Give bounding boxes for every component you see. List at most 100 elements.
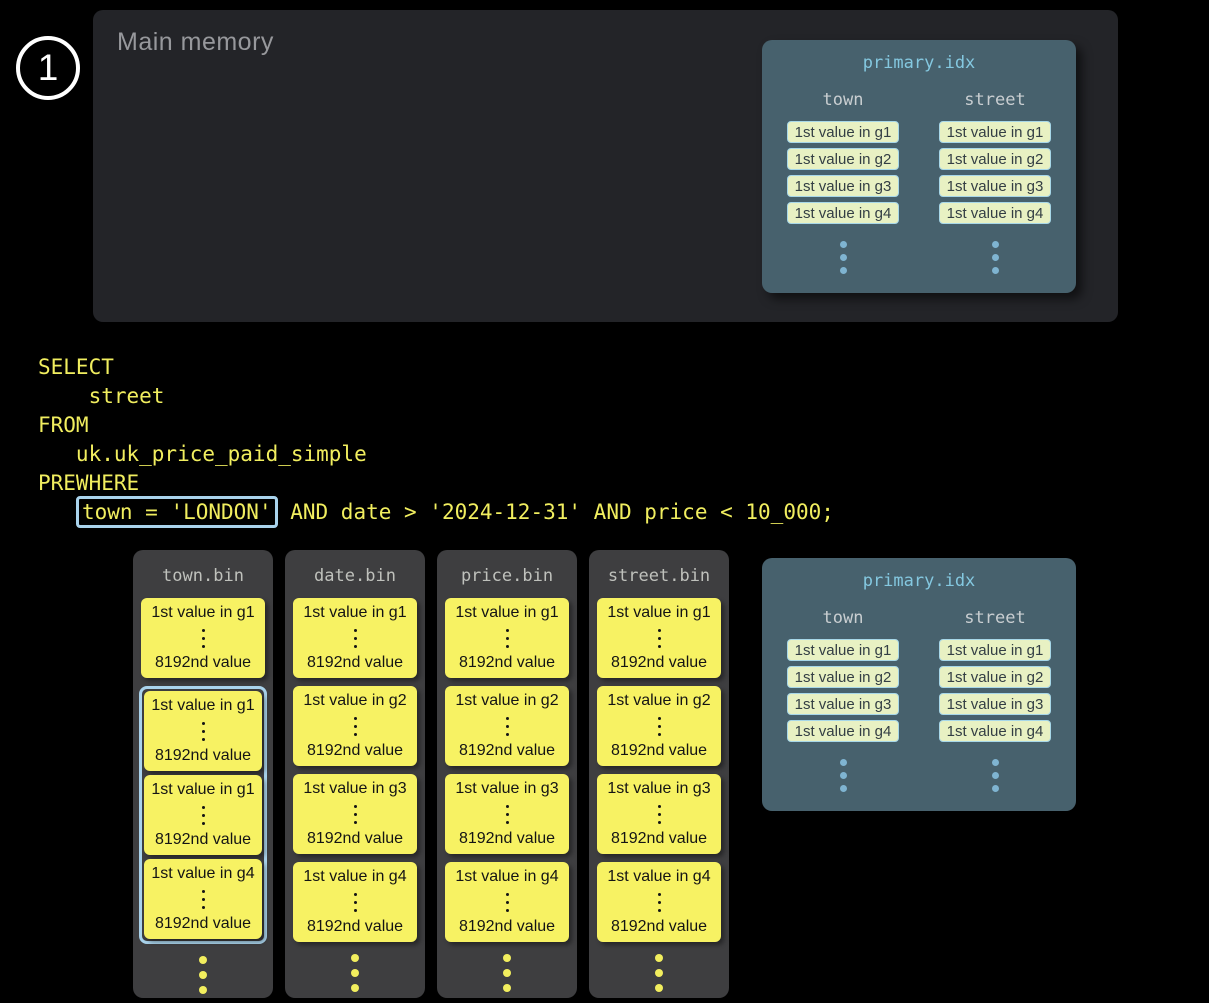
index-entry-chip: 1st value in g3 <box>787 693 899 715</box>
column-header-town: town <box>823 90 864 110</box>
sql-from-table: uk.uk_price_paid_simple <box>38 440 834 469</box>
vertical-ellipsis-icon <box>658 890 661 914</box>
granule-last-value: 8192nd value <box>307 830 403 848</box>
vertical-ellipsis-icon <box>354 802 357 826</box>
index-entry-chip: 1st value in g4 <box>939 202 1051 224</box>
sql-query: SELECT street FROM uk.uk_price_paid_simp… <box>38 353 834 527</box>
granule-block: 1st value in g1 8192nd value <box>445 598 569 678</box>
bin-file-street: street.bin 1st value in g1 8192nd value … <box>589 550 729 998</box>
column-header-street: street <box>964 90 1025 110</box>
sql-prewhere-indent <box>38 500 76 524</box>
vertical-ellipsis-icon <box>202 626 205 650</box>
granule-first-value: 1st value in g4 <box>455 868 558 886</box>
vertical-ellipsis-icon <box>506 890 509 914</box>
granule-block: 1st value in g1 8192nd value <box>597 598 721 678</box>
vertical-ellipsis-icon <box>658 626 661 650</box>
granule-block: 1st value in g2 8192nd value <box>445 686 569 766</box>
sql-select-keyword: SELECT <box>38 353 834 382</box>
primary-idx-column-street: street 1st value in g1 1st value in g2 1… <box>939 608 1051 795</box>
granule-block: 1st value in g4 8192nd value <box>293 862 417 942</box>
sql-prewhere-clause: town = 'LONDON' AND date > '2024-12-31' … <box>38 498 834 527</box>
granule-block: 1st value in g1 8192nd value <box>141 598 265 678</box>
granule-last-value: 8192nd value <box>155 915 251 933</box>
vertical-ellipsis-icon <box>506 626 509 650</box>
index-entry-chip: 1st value in g1 <box>939 639 1051 661</box>
bin-file-title: town.bin <box>162 566 244 586</box>
granule-stack: 1st value in g1 8192nd value 1st value i… <box>445 598 569 942</box>
vertical-ellipsis-icon <box>202 887 205 911</box>
selected-granules-highlight: 1st value in g1 8192nd value 1st value i… <box>139 686 267 944</box>
more-granules-ellipsis-icon <box>655 950 663 995</box>
primary-idx-box-disk: primary.idx town 1st value in g1 1st val… <box>762 558 1076 811</box>
granule-last-value: 8192nd value <box>155 831 251 849</box>
vertical-ellipsis-icon <box>202 803 205 827</box>
granule-last-value: 8192nd value <box>611 918 707 936</box>
vertical-ellipsis-icon <box>658 802 661 826</box>
index-entry-chip: 1st value in g1 <box>939 121 1051 143</box>
index-entry-chip: 1st value in g1 <box>787 639 899 661</box>
granule-first-value: 1st value in g4 <box>303 868 406 886</box>
granule-block: 1st value in g2 8192nd value <box>293 686 417 766</box>
granule-last-value: 8192nd value <box>307 742 403 760</box>
granule-stack: 1st value in g1 8192nd value 1st value i… <box>293 598 417 942</box>
bin-file-title: street.bin <box>608 566 710 586</box>
vertical-ellipsis-icon <box>354 626 357 650</box>
sql-prewhere-keyword: PREWHERE <box>38 469 834 498</box>
index-entry-chip: 1st value in g4 <box>939 720 1051 742</box>
granule-last-value: 8192nd value <box>307 654 403 672</box>
bin-file-date: date.bin 1st value in g1 8192nd value 1s… <box>285 550 425 998</box>
granule-block: 1st value in g1 8192nd value <box>144 775 262 855</box>
primary-idx-column-town: town 1st value in g1 1st value in g2 1st… <box>787 90 899 277</box>
granule-block: 1st value in g4 8192nd value <box>597 862 721 942</box>
granule-last-value: 8192nd value <box>459 654 555 672</box>
granule-last-value: 8192nd value <box>611 742 707 760</box>
granule-first-value: 1st value in g3 <box>455 780 558 798</box>
primary-idx-box-memory: primary.idx town 1st value in g1 1st val… <box>762 40 1076 293</box>
granule-first-value: 1st value in g2 <box>455 692 558 710</box>
granule-block: 1st value in g4 8192nd value <box>144 859 262 939</box>
more-entries-ellipsis-icon <box>992 238 999 277</box>
vertical-ellipsis-icon <box>506 714 509 738</box>
primary-idx-column-town: town 1st value in g1 1st value in g2 1st… <box>787 608 899 795</box>
more-granules-ellipsis-icon <box>351 950 359 995</box>
vertical-ellipsis-icon <box>506 802 509 826</box>
granule-first-value: 1st value in g1 <box>151 781 254 799</box>
granule-first-value: 1st value in g2 <box>303 692 406 710</box>
primary-idx-column-street: street 1st value in g1 1st value in g2 1… <box>939 90 1051 277</box>
granule-first-value: 1st value in g3 <box>607 780 710 798</box>
primary-idx-columns: town 1st value in g1 1st value in g2 1st… <box>762 90 1076 277</box>
main-memory-label: Main memory <box>117 28 274 57</box>
granule-last-value: 8192nd value <box>459 742 555 760</box>
step-number: 1 <box>38 47 59 89</box>
bin-files-row: town.bin 1st value in g1 8192nd value 1s… <box>133 550 729 998</box>
granule-first-value: 1st value in g1 <box>303 604 406 622</box>
granule-block: 1st value in g3 8192nd value <box>445 774 569 854</box>
primary-idx-columns: town 1st value in g1 1st value in g2 1st… <box>762 608 1076 795</box>
vertical-ellipsis-icon <box>354 890 357 914</box>
index-entry-chip: 1st value in g4 <box>787 202 899 224</box>
primary-idx-title: primary.idx <box>762 571 1076 591</box>
granule-last-value: 8192nd value <box>611 830 707 848</box>
granule-block: 1st value in g2 8192nd value <box>597 686 721 766</box>
index-entry-chip: 1st value in g2 <box>787 148 899 170</box>
bin-file-title: price.bin <box>461 566 553 586</box>
column-header-street: street <box>964 608 1025 628</box>
bin-file-town: town.bin 1st value in g1 8192nd value 1s… <box>133 550 273 998</box>
more-granules-ellipsis-icon <box>503 950 511 995</box>
vertical-ellipsis-icon <box>354 714 357 738</box>
bin-file-title: date.bin <box>314 566 396 586</box>
granule-block: 1st value in g1 8192nd value <box>144 691 262 771</box>
granule-stack: 1st value in g1 8192nd value 1st value i… <box>139 598 267 944</box>
index-entry-chip: 1st value in g1 <box>787 121 899 143</box>
sql-prewhere-rest: AND date > '2024-12-31' AND price < 10_0… <box>278 500 834 524</box>
more-entries-ellipsis-icon <box>840 756 847 795</box>
granule-block: 1st value in g1 8192nd value <box>293 598 417 678</box>
granule-block: 1st value in g4 8192nd value <box>445 862 569 942</box>
diagram-stage: 1 Main memory primary.idx town 1st value… <box>0 0 1209 1003</box>
vertical-ellipsis-icon <box>202 719 205 743</box>
granule-first-value: 1st value in g1 <box>151 604 254 622</box>
index-entry-chip: 1st value in g2 <box>787 666 899 688</box>
granule-first-value: 1st value in g2 <box>607 692 710 710</box>
granule-block: 1st value in g3 8192nd value <box>293 774 417 854</box>
granule-last-value: 8192nd value <box>459 830 555 848</box>
